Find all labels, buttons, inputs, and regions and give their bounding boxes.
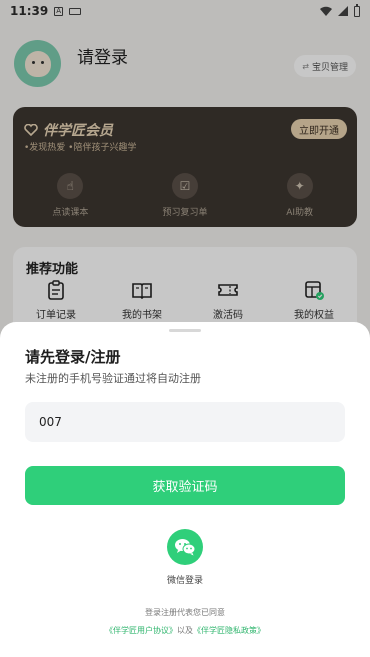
status-bar: 11:39 A — [0, 0, 370, 22]
battery-icon — [354, 3, 360, 17]
wechat-login-label: 微信登录 — [166, 576, 203, 586]
signal-icon — [338, 6, 348, 16]
agreement-links: 《伴学匠用户协议》以及《伴学匠隐私政策》 — [0, 625, 370, 636]
wifi-icon — [320, 6, 332, 16]
wechat-login-button[interactable] — [167, 529, 203, 565]
status-right — [320, 3, 360, 17]
wechat-login: 微信登录 — [0, 529, 370, 586]
get-code-button[interactable]: 获取验证码 — [25, 466, 345, 505]
agreement-prefix: 登录注册代表您已同意 — [145, 608, 225, 617]
sheet-title: 请先登录/注册 — [25, 348, 121, 366]
keyboard-icon — [69, 7, 82, 15]
wechat-icon — [175, 539, 196, 556]
notification-a-icon: A — [54, 6, 64, 16]
login-sheet: 请先登录/注册 未注册的手机号验证通过将自动注册 获取验证码 微信登录 登录注册… — [0, 322, 370, 657]
sheet-subtitle: 未注册的手机号验证通过将自动注册 — [25, 372, 201, 385]
privacy-policy-link[interactable]: 《伴学匠隐私政策》 — [193, 626, 265, 635]
user-agreement-link[interactable]: 《伴学匠用户协议》 — [105, 626, 177, 635]
agreement-and: 以及 — [177, 626, 193, 635]
status-time: 11:39 — [10, 4, 49, 18]
status-left: 11:39 A — [10, 4, 82, 18]
sheet-handle[interactable] — [169, 329, 201, 332]
phone-input[interactable] — [25, 402, 345, 442]
